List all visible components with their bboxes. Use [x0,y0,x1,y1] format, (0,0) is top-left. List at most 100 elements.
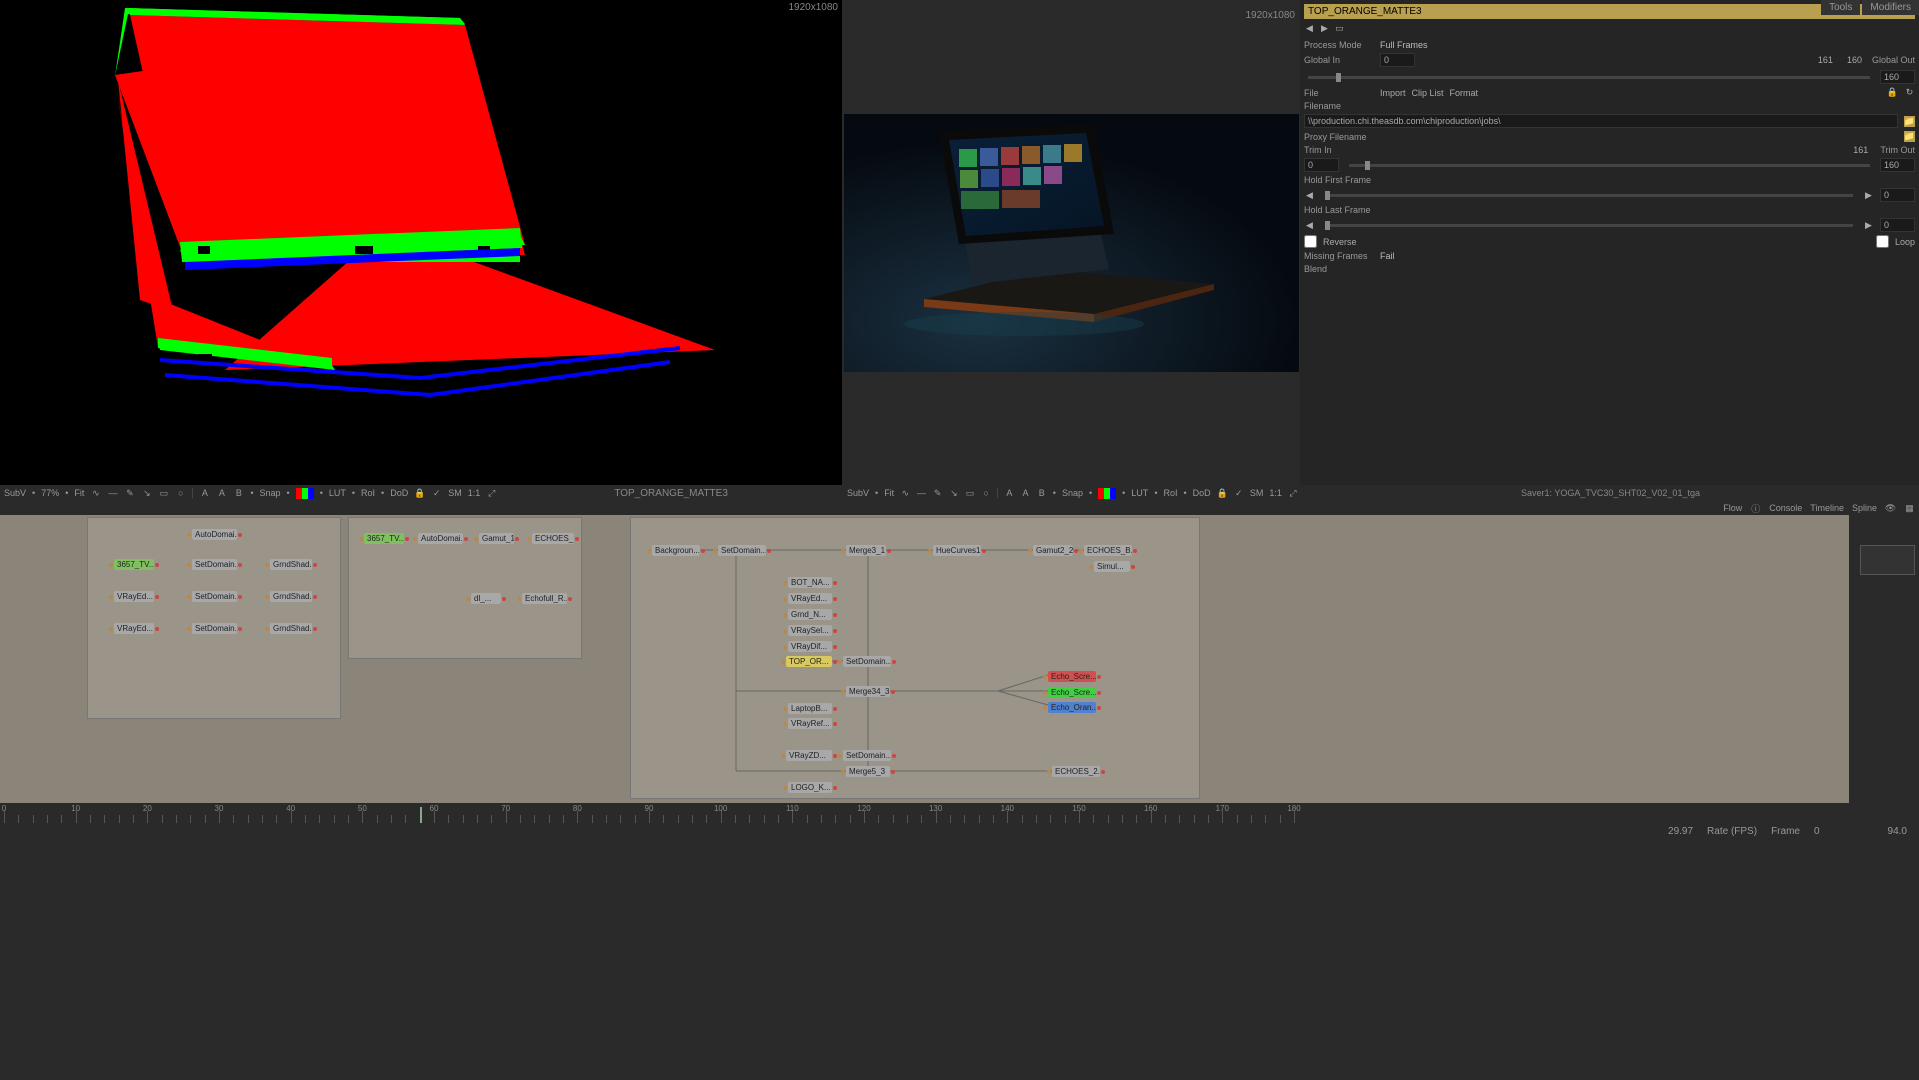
eye-icon[interactable]: 👁 [1885,503,1896,514]
hold-first-slider[interactable] [1325,194,1853,197]
flow-node[interactable]: GrndShad... [270,591,312,602]
grid-icon[interactable]: ▦ [1904,503,1915,514]
pen-icon[interactable]: ✎ [124,488,135,499]
browse-icon[interactable]: 📁 [1904,116,1915,127]
hold-last-input[interactable] [1880,218,1915,232]
arrow-icon[interactable]: ↘ [141,488,152,499]
flow-panel-1[interactable]: 3657_TV... AutoDomai... SetDomain... GrndSh… [2,515,344,803]
wave-icon[interactable]: ∿ [90,488,101,499]
line-icon-r[interactable]: — [916,488,926,499]
tab-modifiers[interactable]: Modifiers [1862,0,1919,15]
flow-node[interactable]: Echo_Oran... [1048,702,1096,713]
dod-button-r[interactable]: DoD [1193,488,1211,498]
flow-node[interactable]: LOGO_K... [788,782,832,793]
flow-node[interactable]: Simul... [1094,561,1130,572]
subv-button[interactable]: SubV [4,488,26,498]
bold-icon-r[interactable]: B [1037,488,1047,499]
sm-button-r[interactable]: SM [1250,488,1264,498]
check-icon[interactable]: ✓ [431,488,442,499]
flow-panel-3[interactable]: Backgroun... SetDomain... Merge3_1 HueCurve… [628,515,1849,803]
flow-node[interactable]: SetDomain... [192,623,237,634]
prev-tool-icon[interactable]: ◀ [1304,23,1315,34]
flow-node[interactable]: ECHOES_... [532,533,574,544]
flow-node[interactable]: Merge3_1 [846,545,886,556]
zoom-label[interactable]: 77% [41,488,59,498]
format-button[interactable]: Format [1450,88,1479,98]
fit-button-r[interactable]: Fit [884,488,894,498]
spline-tab[interactable]: Spline [1852,503,1877,513]
import-button[interactable]: Import [1380,88,1406,98]
check-icon-r[interactable]: ✓ [1234,488,1244,499]
playhead[interactable] [420,807,422,823]
flow-node[interactable]: GrndShad... [270,559,312,570]
flow-node[interactable]: Backgroun... [652,545,700,556]
expand-icon[interactable]: ⤢ [486,488,497,499]
bold-icon[interactable]: B [233,488,244,499]
text-a2-icon-r[interactable]: A [1020,488,1030,499]
flow-node[interactable]: VRayRef... [788,718,832,729]
timeline[interactable]: 0102030405060708090100110120130140150160… [0,803,1919,823]
flow-panel-2[interactable]: 3657_TV...AutoDomai...Gamut_1ECHOES_...d… [346,515,626,803]
text-a-icon[interactable]: A [199,488,210,499]
subv-button-r[interactable]: SubV [847,488,869,498]
lock-icon-r[interactable]: 🔒 [1217,488,1228,499]
trim-slider[interactable] [1349,164,1870,167]
flow-node[interactable]: LaptopB... [788,703,832,714]
passthrough-icon[interactable]: ▭ [1334,23,1345,34]
flow-node[interactable]: Echo_Scre... [1048,671,1096,682]
trim-in-input[interactable] [1304,158,1339,172]
circle-icon[interactable]: ○ [175,488,186,499]
refresh-icon[interactable]: ↻ [1904,87,1915,98]
viewer-left[interactable]: 1920x1080 [0,0,842,485]
next-tool-icon[interactable]: ▶ [1319,23,1330,34]
snap-button[interactable]: Snap [260,488,281,498]
expand-icon-r[interactable]: ⤢ [1288,488,1298,499]
rect-icon[interactable]: ▭ [158,488,169,499]
flow-node[interactable]: VRayEd... [788,593,832,604]
dod-button[interactable]: DoD [390,488,408,498]
process-mode-value[interactable]: Full Frames [1380,40,1428,50]
flow-node[interactable]: VRayDif... [788,641,832,652]
loop-checkbox[interactable] [1876,235,1889,248]
color-swatches[interactable] [296,488,314,499]
flow-navigator[interactable] [1849,515,1919,803]
flow-node[interactable]: ECHOES_B... [1084,545,1132,556]
missing-frames-value[interactable]: Fail [1380,251,1395,261]
flow-node[interactable]: Grnd_N... [788,609,832,620]
flow-node[interactable]: 3657_TV... [364,533,404,544]
browse-proxy-icon[interactable]: 📁 [1904,131,1915,142]
filename-input[interactable] [1304,114,1898,128]
snap-button-r[interactable]: Snap [1062,488,1083,498]
flow-node[interactable]: Echofull_R... [522,593,567,604]
flow-node[interactable]: Merge5_3 [846,766,890,777]
hold-first-input[interactable] [1880,188,1915,202]
flow-node[interactable]: 3657_TV... [114,559,154,570]
hold-last-right-icon[interactable]: ▶ [1863,220,1874,231]
flow-node[interactable]: ECHOES_2... [1052,766,1100,777]
color-swatches-r[interactable] [1098,488,1116,499]
flow-node[interactable]: SetDomain... [843,656,891,667]
sm-button[interactable]: SM [448,488,462,498]
flow-node[interactable]: TOP_OR... [786,656,832,667]
flow-node[interactable]: SetDomain... [718,545,766,556]
flow-node[interactable]: BOT_NA... [788,577,832,588]
lut-button[interactable]: LUT [329,488,346,498]
console-tab[interactable]: Console [1769,503,1802,513]
tab-tools[interactable]: Tools [1821,0,1860,15]
reverse-checkbox[interactable] [1304,235,1317,248]
flow-node[interactable]: Gamut2_2 [1033,545,1073,556]
flow-node[interactable]: SetDomain... [192,591,237,602]
hold-last-left-icon[interactable]: ◀ [1304,220,1315,231]
ratio-button[interactable]: 1:1 [468,488,481,498]
flow-node[interactable]: SetDomain... [192,559,237,570]
flow-node[interactable]: Echo_Scre... [1048,687,1096,698]
flow-node[interactable]: AutoDomai... [418,533,463,544]
lock-icon[interactable]: 🔒 [414,488,425,499]
flow-node[interactable]: SetDomain... [843,750,891,761]
flow-node[interactable]: HueCurves1... [933,545,981,556]
flow-node[interactable]: AutoDomai... [192,529,237,540]
global-out-input[interactable] [1880,70,1915,84]
hold-last-slider[interactable] [1325,224,1853,227]
flow-node[interactable]: VRayEd... [114,591,154,602]
cliplist-button[interactable]: Clip List [1412,88,1444,98]
